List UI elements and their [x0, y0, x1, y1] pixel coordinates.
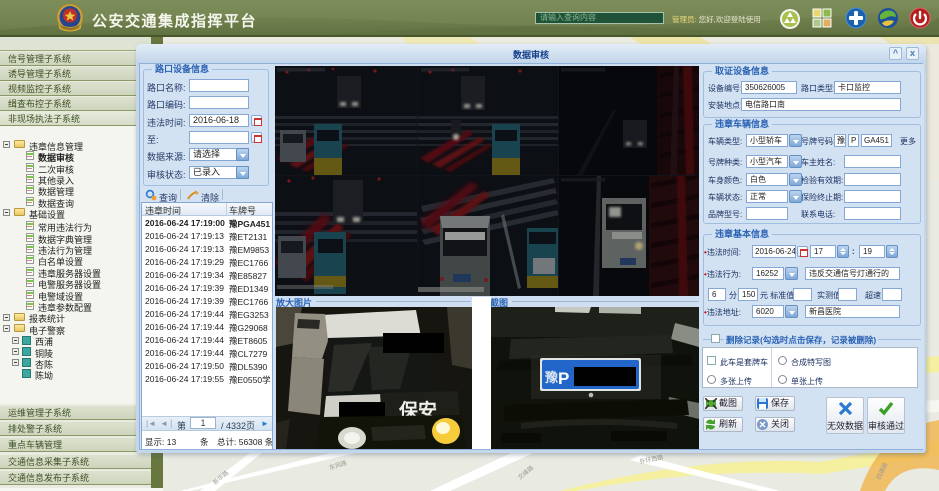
svg-text:P: P: [558, 369, 569, 388]
svg-text:豫: 豫: [545, 370, 558, 385]
